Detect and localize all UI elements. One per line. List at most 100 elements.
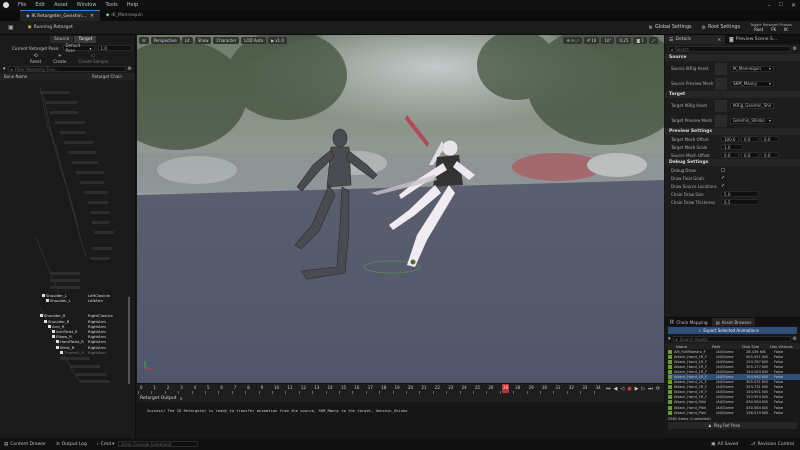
source-tab[interactable]: Source [50,36,74,43]
asset-row[interactable]: Attack_Hand_1R_F/All/Game 505.051 KiB Fals… [668,354,800,359]
settings-gear-icon[interactable]: ⚙ [128,66,132,72]
details-settings-icon[interactable]: ⚙ [793,46,797,52]
unreal-logo-icon[interactable] [3,2,9,8]
asset-row[interactable]: AM_FollMaestro_F/All/Game 28.436 KiB False [668,349,800,354]
menu-edit[interactable]: Edit [35,2,45,8]
step-back-icon[interactable]: ◀ [613,386,617,392]
tab-details[interactable]: ☰ Details ✕ [665,35,725,44]
target-mesh-select[interactable]: Genshin_Shinko ▾ [730,117,774,124]
lit-button[interactable]: Lit [181,37,193,44]
asset-row[interactable]: Attack_Hand_2R_F/All/Game 303.731 KiB Fals… [668,385,800,390]
section-target[interactable]: Target [665,91,800,98]
target-tab[interactable]: Target [74,36,97,43]
output-tab-close-icon[interactable]: ✕ [179,396,182,401]
step-forward-icon[interactable]: ▷ [641,386,645,392]
source-offset-x[interactable]: 0.0 [721,152,739,158]
tab-asset-browser[interactable]: ▤ Asset Browser [711,318,756,326]
asset-row[interactable]: Attack_Hand_Pistl/All/Game 430.584 KiB Fal… [668,400,800,405]
asset-row[interactable]: Attack_Hand_1R_F/All/Game 153.954 KiB Fals… [668,395,800,400]
chain-draw-size-input[interactable]: 5.0 [721,191,759,197]
asset-row[interactable]: Attack_Hand_1R_F/All/Game 305.177 KiB Fals… [668,364,800,369]
phase-ik-toggle[interactable]: IK [784,27,788,32]
target-ikrig-select[interactable]: IKRig_Genshin_Shinko [730,102,774,109]
menu-help[interactable]: Help [127,2,138,8]
viewport[interactable]: ☰ Perspective Lit Show Character LOD Aut… [137,35,664,383]
asset-row[interactable]: Attack_Hand_Pistl/All/Game 430.584 KiB Fal… [668,405,800,410]
camera-speed-button[interactable]: ◙ 1 [633,37,647,44]
grid-snap-button[interactable]: # 10 [583,37,600,44]
details-close-icon[interactable]: ✕ [718,37,721,42]
asset-list[interactable]: AM_FollMaestro_F/All/Game 28.436 KiB False… [665,349,800,416]
tab-ik-mannequin[interactable]: ◆ IK_Mannequin [100,10,149,21]
asset-row[interactable]: Attack_Hand_1R_F/All/Game 154.263 KiB Fals… [668,369,800,374]
loop-icon[interactable]: ⟳ [656,386,660,392]
source-mesh-select[interactable]: SKM_Manny ▾ [730,80,774,87]
draw-final-goals-checkbox[interactable]: ✓ [721,175,725,181]
maximize-icon[interactable]: ☐ [778,2,782,8]
section-debug-settings[interactable]: Debug Settings [665,159,800,166]
asset-row[interactable]: Attack_Hand_1R_F/All/Game 154.962 KiB Fals… [668,374,800,380]
phase-fk-toggle[interactable]: FK [771,27,776,32]
tab-chain-mapping[interactable]: ⛓ Chain Mapping [665,318,712,326]
skip-start-icon[interactable]: ⏮ [606,386,611,392]
menu-asset[interactable]: Asset [54,2,68,8]
play-reverse-icon[interactable]: ◁ [620,386,624,392]
show-button[interactable]: Show [194,37,212,44]
asset-row[interactable]: Attack_Hand_2L_F/All/Game 305.031 KiB Fals… [668,380,800,385]
console-input[interactable]: Enter Console Command [118,441,199,447]
asset-settings-icon[interactable]: ⚙ [793,336,797,342]
all-saved-indicator[interactable]: ▣ All Saved [711,442,738,447]
target-offset-x[interactable]: 100.0 [721,136,739,142]
content-drawer-button[interactable]: ▤ Content Drawer [4,442,46,447]
section-preview-settings[interactable]: Preview Settings [665,128,800,135]
filter-icon[interactable]: ▾ [668,336,671,342]
play-icon[interactable]: ▶ [635,386,639,392]
target-offset-y[interactable]: 0.0 [741,136,759,142]
minimize-icon[interactable]: – [767,2,770,9]
create-button[interactable]: + Create [53,53,66,64]
section-source[interactable]: Source [665,54,800,61]
tree-row[interactable]: Thumb1_R RightArm [0,350,130,355]
phase-root-toggle[interactable]: Root [754,27,763,32]
chain-draw-thickness-input[interactable]: 0.5 [721,199,759,205]
hierarchy-search-input[interactable]: ⌕ Filter Hierarchy Tree... [7,66,126,72]
menu-file[interactable]: File [18,2,26,8]
details-search-input[interactable]: ⌕ Search [668,46,791,52]
debug-draw-checkbox[interactable] [721,168,725,172]
source-ikrig-select[interactable]: IK_Mannequin ▾ [730,65,774,72]
close-icon[interactable]: ✕ [791,2,796,9]
output-tab[interactable]: Retarget Output [140,396,176,401]
bone-tree[interactable]: Shoulder_L LeftClavicle Shoulder_L LeftA… [0,87,130,384]
cmd-dropdown[interactable]: › Cmd ▾ [97,442,114,447]
draw-source-locations-checkbox[interactable]: ✓ [721,183,725,189]
record-icon[interactable]: ● [627,386,631,392]
skip-end-icon[interactable]: ⏭ [648,386,653,392]
target-offset-z[interactable]: 0.0 [761,136,779,142]
tab-preview-scene[interactable]: ◙ Preview Scene S... [725,37,781,43]
running-retarget-button[interactable]: ◉ Running Retarget [24,24,77,31]
tree-scrollbar[interactable] [128,297,130,384]
scale-snap-button[interactable]: 0.25 [616,37,632,44]
filter-icon[interactable]: ▾ [3,66,6,72]
save-icon[interactable]: ▣ [8,24,14,31]
pose-blend-field[interactable]: 1.0 [97,45,132,51]
asset-row[interactable]: Attack_Hand_1R_F/All/Game 154.901 KiB Fals… [668,390,800,395]
revision-control-button[interactable]: ⎇ Revision Control [750,442,794,447]
menu-window[interactable]: Window [77,2,97,8]
transform-tools[interactable]: ✥ ⟳ ⤢ [563,37,582,44]
target-scale-input[interactable]: 1.0 [721,144,743,150]
playback-speed-button[interactable]: ▶ x1.0 [268,37,287,44]
tab-close-icon[interactable]: ✕ [90,14,94,19]
global-settings-button[interactable]: ⚙ Global Settings [649,25,692,31]
viewport-menu-button[interactable]: ☰ [139,37,149,44]
source-offset-y[interactable]: 0.0 [741,152,759,158]
reset-button[interactable]: ⟲ Reset [30,53,41,64]
asset-row[interactable]: Attack_Hand_Pistl/All/Game 158.519 KiB Fal… [668,410,800,415]
timeline[interactable]: 0 1 2 3 4 5 6 7 8 9 10 11 12 13 14 15 16 17 18 19 20 21 22 23 24… [137,383,664,394]
menu-tools[interactable]: Tools [105,2,117,8]
character-button[interactable]: Character [213,37,240,44]
source-offset-z[interactable]: 0.0 [761,152,779,158]
perspective-button[interactable]: Perspective [150,37,180,44]
pose-select[interactable]: Default Pose ▾ [62,43,95,53]
output-log-button[interactable]: ≡ Output Log [56,442,87,447]
